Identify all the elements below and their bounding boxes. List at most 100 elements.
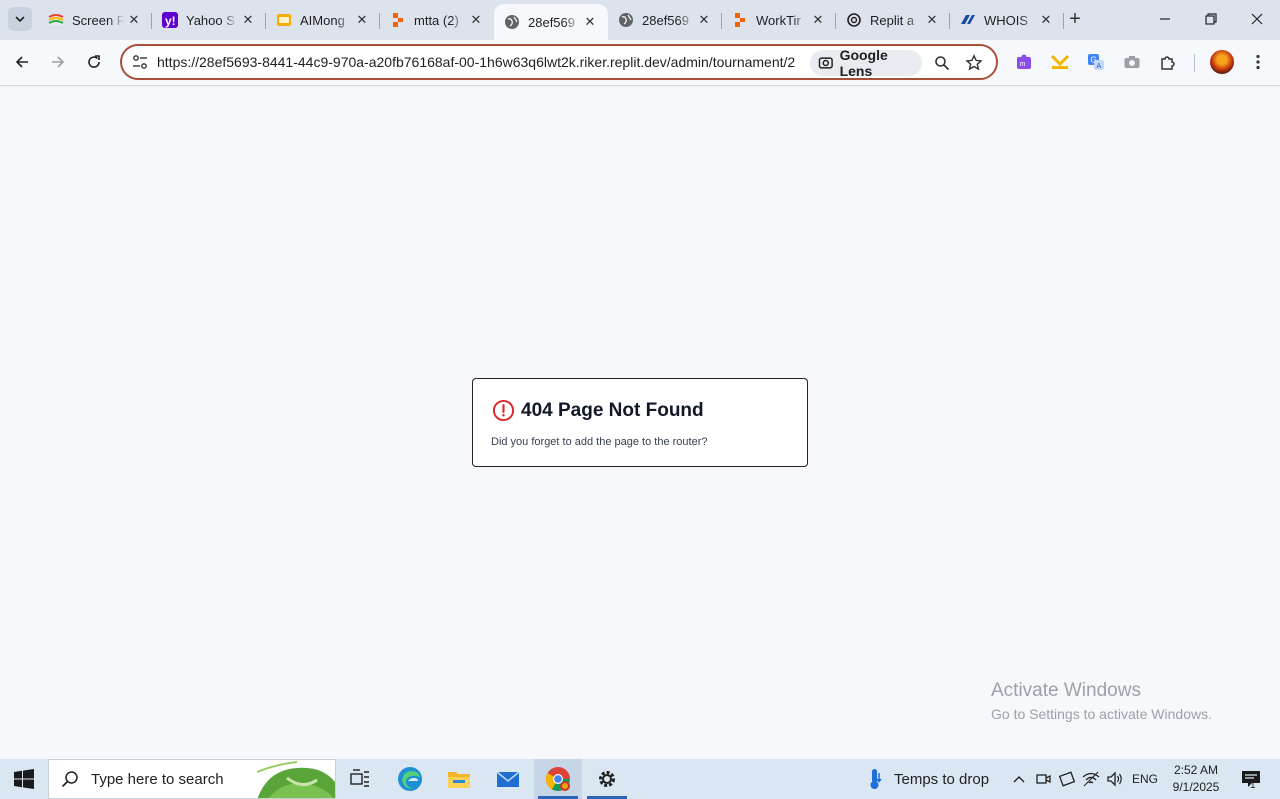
minimize-button[interactable]	[1142, 0, 1188, 38]
back-button[interactable]	[8, 48, 36, 76]
zoom-button[interactable]	[930, 51, 954, 75]
tab-whois[interactable]: WHOIS ✕	[950, 4, 1064, 36]
extension-puzzle-purple[interactable]: m	[1012, 50, 1036, 74]
not-found-card: 404 Page Not Found Did you forget to add…	[472, 378, 808, 467]
mail-button[interactable]	[484, 759, 532, 799]
openai-icon	[846, 12, 862, 28]
camera-icon	[1124, 56, 1140, 68]
chrome-icon	[545, 767, 570, 791]
reload-button[interactable]	[80, 48, 108, 76]
card-header: 404 Page Not Found	[492, 399, 704, 422]
tab-title: 28ef569	[642, 12, 689, 28]
gear-icon	[599, 771, 615, 787]
settings-button[interactable]	[583, 759, 631, 799]
extension-yellow-m[interactable]	[1048, 50, 1072, 74]
tab-close-icon[interactable]: ✕	[1036, 10, 1056, 30]
tab-28ef569[interactable]: 28ef569 ✕	[608, 4, 722, 36]
whois-icon	[960, 12, 976, 28]
search-icon	[61, 771, 78, 788]
file-explorer-button[interactable]	[435, 759, 483, 799]
puzzle-purple-icon: m	[1017, 54, 1031, 69]
edge-icon	[398, 767, 422, 791]
tab-search-button[interactable]	[8, 7, 32, 31]
tab-close-icon[interactable]: ✕	[124, 10, 144, 30]
address-bar[interactable]: https://28ef5693-8441-44c9-970a-a20fb761…	[120, 44, 998, 80]
forward-button[interactable]	[44, 48, 72, 76]
weather-text: Temps to drop	[894, 770, 990, 788]
alert-circle-icon	[492, 399, 515, 422]
speaker-icon	[1107, 771, 1122, 787]
more-vertical-icon	[1256, 54, 1260, 70]
windows-taskbar: Type here to search Temps to drop ENG 2:…	[0, 759, 1280, 799]
google-lens-label: Google Lens	[839, 47, 888, 79]
restore-button[interactable]	[1188, 0, 1234, 38]
site-info-icon[interactable]	[128, 50, 152, 74]
folder-icon	[448, 772, 470, 788]
tab-list: Screen R ✕ y! Yahoo S ✕ AIMong ✕ mtta (2…	[38, 4, 1064, 40]
network-button[interactable]	[1080, 759, 1102, 799]
clock-date: 9/1/2025	[1172, 780, 1220, 794]
tab-title: Yahoo S	[186, 12, 235, 28]
tab-yahoo[interactable]: y! Yahoo S ✕	[152, 4, 266, 36]
wifi-icon	[1082, 771, 1100, 787]
close-window-button[interactable]	[1234, 0, 1280, 38]
tab-aimong[interactable]: AIMong ✕	[266, 4, 380, 36]
tab-close-icon[interactable]: ✕	[694, 10, 714, 30]
task-view-icon	[350, 769, 369, 787]
search-highlight-image	[257, 761, 335, 798]
taskbar-search-box[interactable]: Type here to search	[48, 759, 336, 799]
bookmark-button[interactable]	[962, 51, 986, 75]
show-hidden-icons-button[interactable]	[1008, 759, 1030, 799]
google-lens-button[interactable]: Google Lens	[810, 47, 922, 79]
tab-close-icon[interactable]: ✕	[580, 12, 600, 32]
weather-widget[interactable]: Temps to drop	[866, 759, 989, 799]
extensions-menu-button[interactable]	[1156, 50, 1180, 74]
arrow-right-icon	[52, 56, 65, 68]
screen-recorder-icon	[48, 12, 64, 28]
volume-button[interactable]	[1104, 759, 1126, 799]
chevron-up-icon	[1013, 776, 1025, 783]
battery-button[interactable]	[1056, 759, 1078, 799]
tab-title: WorkTir	[756, 12, 801, 28]
page-viewport: 404 Page Not Found Did you forget to add…	[0, 86, 1280, 759]
reload-icon	[88, 55, 100, 68]
task-view-button[interactable]	[336, 759, 384, 799]
tab-close-icon[interactable]: ✕	[466, 10, 486, 30]
tab-screen-recorder[interactable]: Screen R ✕	[38, 4, 152, 36]
taskbar-clock[interactable]: 2:52 AM 9/1/2025	[1166, 762, 1226, 796]
tab-close-icon[interactable]: ✕	[238, 10, 258, 30]
watermark-subtitle: Go to Settings to activate Windows.	[991, 706, 1212, 722]
start-button[interactable]	[0, 759, 48, 799]
star-icon	[965, 54, 983, 71]
tab-close-icon[interactable]: ✕	[352, 10, 372, 30]
notification-count: 1	[1250, 780, 1256, 791]
globe-icon	[504, 14, 520, 30]
error-message: Did you forget to add the page to the ro…	[491, 436, 708, 448]
zoom-icon	[935, 56, 950, 71]
svg-text:y!: y!	[165, 14, 176, 28]
yellow-m-icon	[1051, 54, 1069, 69]
new-tab-button[interactable]: +	[1064, 8, 1086, 30]
profile-avatar[interactable]	[1210, 50, 1234, 74]
edge-browser-button[interactable]	[386, 759, 434, 799]
extension-translate[interactable]: GA	[1084, 50, 1108, 74]
tab-28ef569-active[interactable]: 28ef569 ✕	[494, 4, 608, 40]
tab-title: Screen R	[72, 12, 124, 28]
aimong-icon	[276, 12, 292, 28]
replit-icon	[732, 12, 748, 28]
browser-menu-button[interactable]	[1246, 50, 1270, 74]
meet-now-button[interactable]	[1032, 759, 1054, 799]
tab-close-icon[interactable]: ✕	[808, 10, 828, 30]
tab-close-icon[interactable]: ✕	[922, 10, 942, 30]
url-text[interactable]: https://28ef5693-8441-44c9-970a-a20fb761…	[157, 54, 803, 70]
tab-replit-ai[interactable]: Replit a ✕	[836, 4, 950, 36]
tab-worktime[interactable]: WorkTir ✕	[722, 4, 836, 36]
action-center-button[interactable]: 1	[1236, 759, 1266, 799]
tab-mtta[interactable]: mtta (2) ✕	[380, 4, 494, 36]
mail-icon	[496, 771, 520, 787]
input-language-button[interactable]: ENG	[1130, 759, 1160, 799]
chrome-button[interactable]	[534, 759, 582, 799]
camera-meet-icon	[1036, 774, 1051, 784]
watermark-title: Activate Windows	[991, 680, 1141, 701]
extension-screenshot[interactable]	[1120, 50, 1144, 74]
